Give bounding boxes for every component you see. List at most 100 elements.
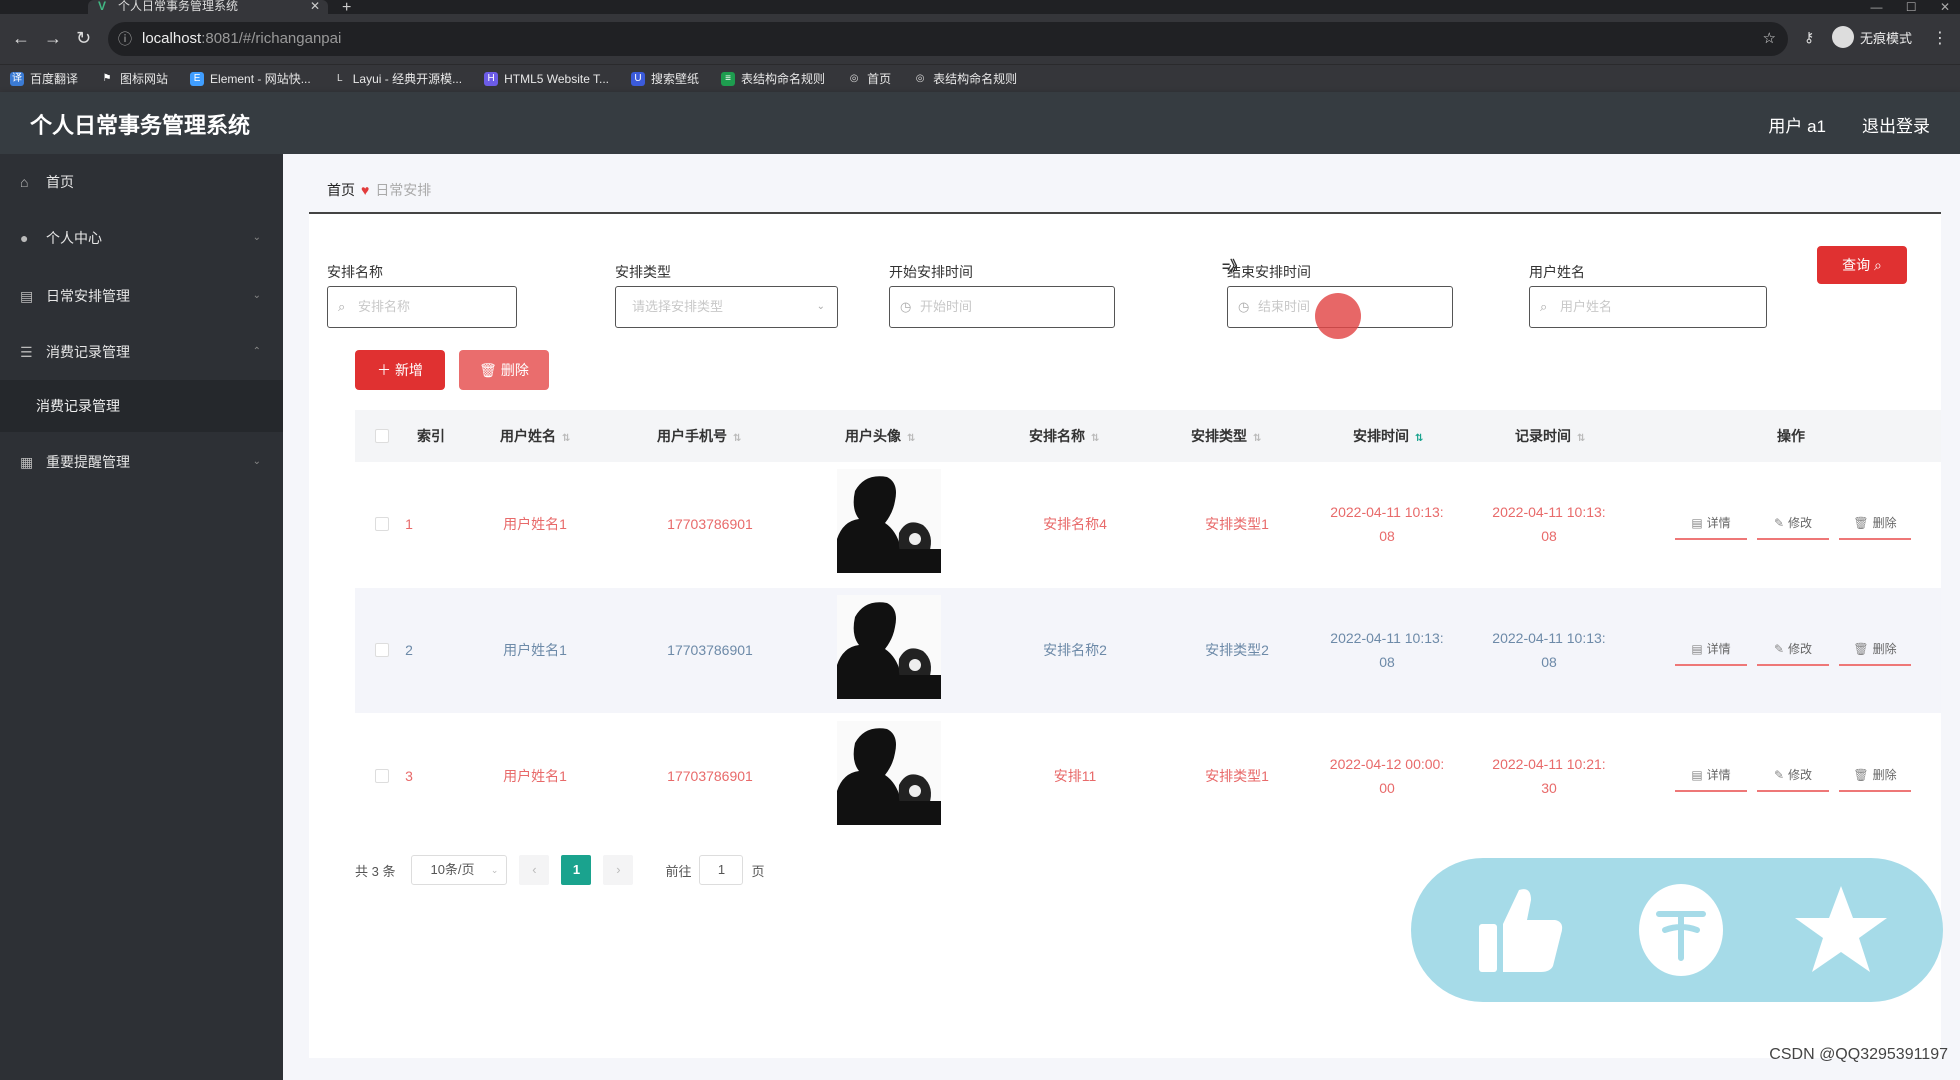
column-header[interactable]: 安排名称 ⇅ bbox=[1029, 410, 1099, 465]
prev-page-button[interactable]: ‹ bbox=[519, 855, 550, 885]
search-icon: ⌕ bbox=[1874, 257, 1882, 273]
add-button[interactable]: ＋ 新增 bbox=[355, 350, 445, 390]
detail-button[interactable]: ▤ 详情 bbox=[1675, 634, 1747, 666]
sort-icon[interactable]: ⇅ bbox=[1253, 433, 1261, 444]
next-page-button[interactable]: › bbox=[603, 855, 634, 885]
coin-icon[interactable] bbox=[1631, 880, 1731, 980]
table-cell-record: 2022-04-11 10:21:30 bbox=[1492, 756, 1606, 796]
bookmark-item[interactable]: ◎ 表结构命名规则 bbox=[913, 70, 1017, 87]
sidebar-item-reminders[interactable]: ▦ 重要提醒管理 ⌄ bbox=[0, 434, 283, 490]
page-size-select[interactable]: 10条/页 ⌄ bbox=[411, 855, 508, 885]
sidebar-item-home[interactable]: ⌂ 首页 bbox=[0, 154, 283, 210]
edit-button[interactable]: ✎ 修改 bbox=[1757, 508, 1829, 540]
sidebar-item-label: 个人中心 bbox=[46, 230, 102, 246]
forward-icon[interactable]: → bbox=[44, 28, 62, 49]
detail-button[interactable]: ▤ 详情 bbox=[1675, 508, 1747, 540]
url-bar[interactable]: ⓘ localhost:8081/#/richanganpai ☆ bbox=[108, 22, 1788, 56]
sort-icon[interactable]: ⇅ bbox=[907, 433, 915, 444]
column-header[interactable]: 用户头像 ⇅ bbox=[845, 410, 915, 465]
column-header[interactable]: 安排时间 ⇅ bbox=[1353, 410, 1423, 465]
select-all-checkbox[interactable] bbox=[375, 429, 389, 443]
schedule-type-select[interactable]: 请选择安排类型 ⌄ bbox=[615, 286, 838, 328]
search-icon: ⌕ bbox=[338, 299, 346, 314]
chevron-down-icon: ⌄ bbox=[252, 456, 261, 467]
sidebar-item-profile[interactable]: ● 个人中心 ⌄ bbox=[0, 210, 283, 266]
page-number-button[interactable]: 1 bbox=[561, 855, 592, 885]
table-cell-record: 2022-04-11 10:13:08 bbox=[1492, 630, 1606, 670]
sidebar-item-schedule[interactable]: ▤ 日常安排管理 ⌄ bbox=[0, 268, 283, 324]
document-icon: ▤ bbox=[1691, 516, 1703, 530]
incognito-indicator[interactable]: 无痕模式 bbox=[1832, 26, 1912, 48]
reload-icon[interactable]: ↻ bbox=[76, 28, 91, 49]
chevron-down-icon: ⌄ bbox=[252, 290, 261, 301]
sidebar-item-expenses[interactable]: ☰ 消费记录管理 ⌃ bbox=[0, 324, 283, 380]
chevron-up-icon: ⌃ bbox=[252, 346, 261, 357]
bookmark-item[interactable]: ⚑ 图标网站 bbox=[100, 70, 169, 87]
back-icon[interactable]: ← bbox=[12, 28, 30, 49]
row-checkbox[interactable] bbox=[375, 643, 389, 657]
bookmark-item[interactable]: E Element - 网站快... bbox=[190, 70, 311, 87]
batch-delete-button[interactable]: 🗑 删除 bbox=[459, 350, 549, 390]
delete-button[interactable]: 🗑 删除 bbox=[1839, 508, 1911, 540]
sort-icon[interactable]: ⇅ bbox=[733, 433, 741, 444]
sort-icon[interactable]: ⇅ bbox=[1577, 433, 1585, 444]
row-checkbox[interactable] bbox=[375, 769, 389, 783]
key-icon[interactable]: ⚷ bbox=[1804, 29, 1814, 46]
row-actions: ▤ 详情 ✎ 修改 🗑 删除 bbox=[1675, 508, 1911, 540]
user-name-input[interactable]: ⌕ 用户姓名 bbox=[1529, 286, 1767, 328]
user-avatar bbox=[837, 469, 941, 573]
delete-button[interactable]: 🗑 删除 bbox=[1839, 634, 1911, 666]
star-icon[interactable] bbox=[1791, 880, 1891, 980]
schedule-name-input[interactable]: ⌕ 安排名称 bbox=[327, 286, 517, 328]
trash-icon: 🗑 bbox=[1853, 516, 1869, 530]
menu-icon: ☰ bbox=[20, 344, 33, 360]
table-header: 索引 用户姓名 ⇅ 用户手机号 ⇅ 用户头像 ⇅ 安排名称 ⇅ 安排类型 ⇅ 安排时间 ⇅ … bbox=[355, 410, 1941, 462]
wallpaper-icon: U bbox=[631, 71, 646, 86]
browser-tab[interactable]: V 个人日常事务管理系统 ✕ bbox=[88, 0, 328, 14]
table-row[interactable]: 3 用户姓名1 17703786901 安排11 安排类型1 2022-04-12 00:… bbox=[355, 714, 1941, 839]
sort-icon[interactable]: ⇅ bbox=[1091, 433, 1099, 444]
filter-label-type: 安排类型 bbox=[615, 264, 671, 280]
column-header[interactable]: 记录时间 ⇅ bbox=[1515, 410, 1585, 465]
table-cell-type: 安排类型1 bbox=[1205, 768, 1269, 784]
site-info-icon[interactable]: ⓘ bbox=[118, 22, 132, 56]
thumbs-up-icon[interactable] bbox=[1471, 880, 1571, 980]
column-header[interactable]: 用户手机号 ⇅ bbox=[657, 410, 741, 465]
breadcrumb-home[interactable]: 首页 bbox=[327, 182, 355, 198]
bookmark-item[interactable]: L Layui - 经典开源模... bbox=[333, 70, 462, 87]
clock-icon: ◷ bbox=[1238, 299, 1250, 314]
detail-button[interactable]: ▤ 详情 bbox=[1675, 760, 1747, 792]
query-button[interactable]: 查询 ⌕ bbox=[1817, 246, 1907, 284]
delete-button[interactable]: 🗑 删除 bbox=[1839, 760, 1911, 792]
pencil-icon: ✎ bbox=[1773, 516, 1785, 530]
start-time-input[interactable]: ◷ 开始时间 bbox=[889, 286, 1115, 328]
tab-close-icon[interactable]: ✕ bbox=[310, 0, 320, 12]
bookmark-item[interactable]: U 搜索壁纸 bbox=[631, 70, 699, 87]
row-checkbox[interactable] bbox=[375, 517, 389, 531]
bookmark-item[interactable]: ◎ 首页 bbox=[847, 70, 891, 87]
trash-icon: 🗑 bbox=[1853, 642, 1869, 656]
sort-icon[interactable]: ⇅ bbox=[562, 433, 570, 444]
goto-page-input[interactable]: 1 bbox=[699, 855, 744, 885]
table-row[interactable]: 2 用户姓名1 17703786901 安排名称2 安排类型2 2022-04-11 10… bbox=[355, 588, 1941, 713]
column-header[interactable]: 安排类型 ⇅ bbox=[1191, 410, 1261, 465]
bookmark-star-icon[interactable]: ☆ bbox=[1763, 22, 1776, 56]
browser-menu-icon[interactable]: ⋮ bbox=[1932, 28, 1948, 48]
row-actions: ▤ 详情 ✎ 修改 🗑 删除 bbox=[1675, 634, 1911, 666]
edit-button[interactable]: ✎ 修改 bbox=[1757, 760, 1829, 792]
bookmark-item[interactable]: ≡ 表结构命名规则 bbox=[721, 70, 825, 87]
incognito-avatar-icon bbox=[1832, 26, 1854, 48]
filter-label-start: 开始安排时间 bbox=[889, 264, 973, 280]
sidebar-subitem-expense-records[interactable]: 消费记录管理 bbox=[0, 380, 283, 432]
edit-button[interactable]: ✎ 修改 bbox=[1757, 634, 1829, 666]
bookmark-item[interactable]: H HTML5 Website T... bbox=[484, 71, 609, 86]
globe-icon: ◎ bbox=[849, 72, 859, 84]
table-row[interactable]: 1 用户姓名1 17703786901 安排名称4 安排类型1 2022-04-11 10… bbox=[355, 462, 1941, 587]
incognito-label: 无痕模式 bbox=[1860, 30, 1913, 46]
tab-title: 个人日常事务管理系统 bbox=[118, 0, 239, 13]
column-header[interactable]: 用户姓名 ⇅ bbox=[500, 410, 570, 465]
logout-button[interactable]: 退出登录 bbox=[1862, 112, 1930, 137]
window-controls[interactable]: — ☐ ✕ bbox=[1871, 0, 1950, 14]
sort-ascending-icon[interactable]: ⇅ bbox=[1415, 433, 1423, 444]
bookmark-item[interactable]: 译百度翻译 bbox=[10, 70, 78, 87]
